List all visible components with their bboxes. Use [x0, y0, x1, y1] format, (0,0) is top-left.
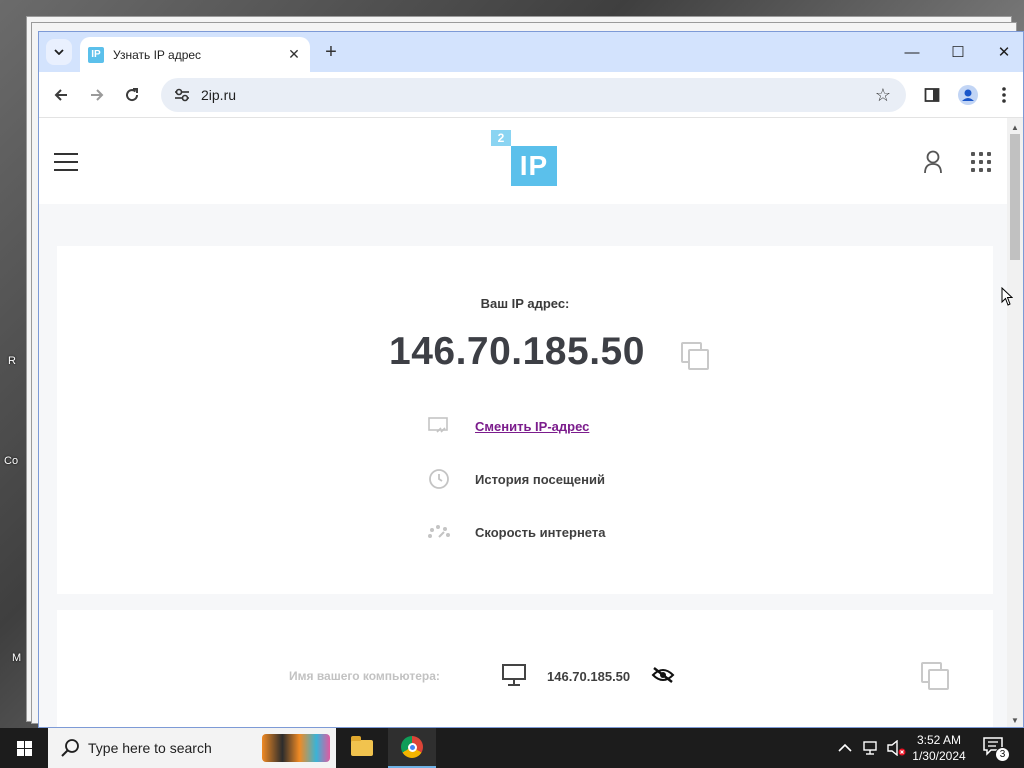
- tab-search-button[interactable]: [46, 39, 72, 65]
- site-logo[interactable]: 2 IP: [491, 130, 557, 188]
- scrollbar-thumb[interactable]: [1010, 134, 1020, 260]
- scroll-up-arrow-icon[interactable]: ▲: [1007, 120, 1023, 134]
- desktop-icon-label[interactable]: R: [8, 355, 16, 367]
- computer-name-value: 146.70.185.50: [547, 669, 631, 684]
- desktop-icon-label[interactable]: M: [12, 652, 21, 664]
- forward-button[interactable]: [83, 81, 111, 109]
- desktop-icon-label[interactable]: Co: [4, 455, 18, 467]
- site-info-icon[interactable]: [167, 88, 197, 102]
- back-button[interactable]: [47, 81, 75, 109]
- bookmark-star-icon[interactable]: ☆: [868, 85, 898, 106]
- volume-muted-icon[interactable]: [886, 740, 906, 756]
- network-icon[interactable]: [862, 740, 880, 756]
- tab-strip: IP Узнать IP адрес ✕ + — ☐ ✕: [39, 32, 1023, 72]
- close-tab-icon[interactable]: ✕: [286, 46, 302, 63]
- site-favicon: IP: [88, 46, 104, 63]
- address-bar[interactable]: 2ip.ru ☆: [161, 78, 906, 112]
- history-link[interactable]: История посещений: [475, 472, 605, 487]
- taskbar-chrome[interactable]: [388, 728, 436, 768]
- taskbar-clock[interactable]: 3:52 AM 1/30/2024: [910, 732, 968, 764]
- taskbar-search[interactable]: Type here to search: [48, 728, 336, 768]
- minimize-button[interactable]: —: [889, 38, 935, 66]
- computer-name-label: Имя вашего компьютера:: [289, 669, 440, 683]
- clock-time: 3:52 AM: [916, 733, 962, 747]
- reload-icon: [126, 88, 139, 102]
- browser-window: IP Узнать IP адрес ✕ + — ☐ ✕ 2ip.ru ☆ 2 …: [38, 31, 1024, 728]
- clock-date: 1/30/2024: [912, 749, 966, 763]
- url-text[interactable]: 2ip.ru: [201, 87, 868, 103]
- maximize-button[interactable]: ☐: [935, 38, 981, 66]
- system-tray: [838, 728, 906, 768]
- taskbar: Type here to search 3:52 AM 1/30/2024 3: [0, 728, 1024, 768]
- copy-icon[interactable]: [681, 342, 709, 370]
- browser-menu-button[interactable]: [990, 81, 1018, 109]
- notification-center-button[interactable]: 3: [982, 736, 1010, 762]
- action-speed[interactable]: Скорость интернета: [427, 520, 605, 544]
- history-icon: [427, 467, 451, 491]
- arrow-left-icon: [54, 89, 67, 101]
- notification-count-badge: 3: [995, 747, 1010, 762]
- profile-button[interactable]: [954, 81, 982, 109]
- search-highlight-image: [262, 734, 330, 762]
- speed-test-link[interactable]: Скорость интернета: [475, 525, 605, 540]
- search-placeholder: Type here to search: [88, 740, 212, 756]
- action-history[interactable]: История посещений: [427, 467, 605, 491]
- action-change-ip[interactable]: Сменить IP-адрес: [427, 414, 589, 438]
- browser-toolbar: 2ip.ru ☆: [39, 72, 1023, 118]
- windows-logo-icon: [16, 740, 32, 756]
- site-header: 2 IP: [39, 118, 1009, 204]
- web-page: 2 IP Ваш IP адрес: 146.70.185.50 Сменить…: [39, 118, 1009, 727]
- copy-icon[interactable]: [921, 662, 949, 690]
- eye-off-icon[interactable]: [651, 666, 675, 684]
- tab-title: Узнать IP адрес: [113, 47, 202, 62]
- apps-grid-icon[interactable]: [971, 152, 991, 172]
- chevron-up-icon[interactable]: [838, 743, 852, 753]
- side-panel-button[interactable]: [918, 81, 946, 109]
- user-icon[interactable]: [923, 150, 943, 174]
- page-scrollbar[interactable]: ▲ ▼: [1007, 118, 1023, 727]
- monitor-icon: [502, 664, 526, 686]
- new-tab-button[interactable]: +: [319, 40, 343, 64]
- ip-label: Ваш IP адрес:: [480, 296, 570, 311]
- chevron-down-icon: [54, 49, 64, 55]
- taskbar-file-explorer[interactable]: [338, 728, 386, 768]
- scroll-down-arrow-icon[interactable]: ▼: [1007, 713, 1023, 727]
- change-ip-icon: [427, 414, 451, 438]
- arrow-right-icon: [91, 89, 104, 101]
- close-window-button[interactable]: ✕: [981, 38, 1023, 66]
- logo-text: IP: [511, 146, 557, 186]
- chrome-icon: [401, 736, 423, 758]
- ip-card: Ваш IP адрес: 146.70.185.50 Сменить IP-а…: [57, 246, 993, 594]
- change-ip-link[interactable]: Сменить IP-адрес: [475, 419, 589, 434]
- folder-icon: [351, 736, 373, 756]
- search-icon: [61, 739, 79, 757]
- profile-avatar-icon: [958, 85, 978, 105]
- ip-address-value: 146.70.185.50: [389, 330, 645, 373]
- speedometer-icon: [427, 520, 451, 544]
- more-vert-icon: [1002, 87, 1006, 103]
- side-panel-icon: [924, 88, 940, 102]
- browser-tab[interactable]: IP Узнать IP адрес ✕: [80, 37, 310, 72]
- hamburger-menu-icon[interactable]: [54, 153, 78, 171]
- reload-button[interactable]: [118, 81, 146, 109]
- start-button[interactable]: [0, 728, 48, 768]
- computer-info-card: Имя вашего компьютера: 146.70.185.50: [57, 610, 993, 727]
- logo-number: 2: [491, 130, 511, 146]
- mouse-cursor-icon: [1001, 287, 1013, 306]
